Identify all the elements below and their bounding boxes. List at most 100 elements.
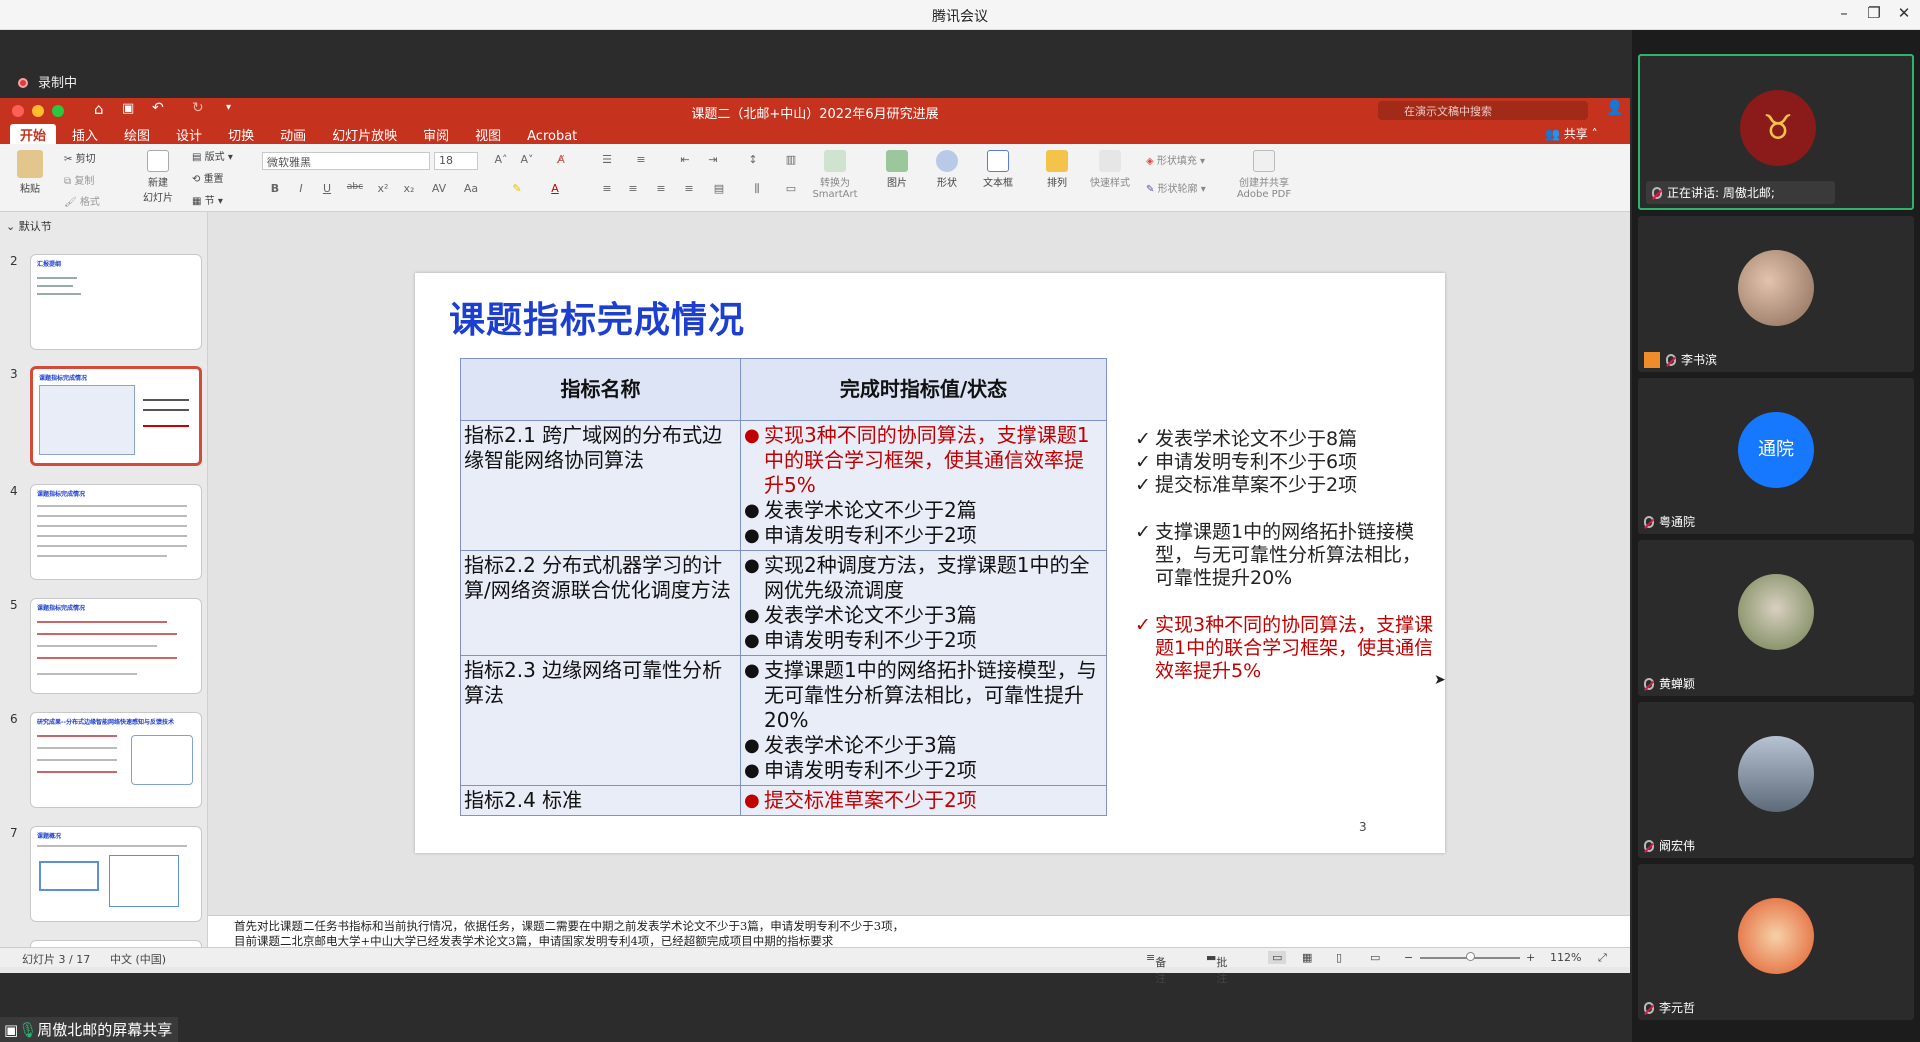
zoom-slider-handle[interactable] [1466, 952, 1475, 961]
tab-view[interactable]: 视图 [465, 124, 511, 145]
tab-design[interactable]: 设计 [166, 124, 212, 145]
account-icon[interactable]: 👤 [1606, 100, 1623, 116]
slide-thumbnail-3[interactable]: 课题指标完成情况 [30, 366, 202, 466]
decrease-indent-icon[interactable]: ⇤ [676, 153, 694, 169]
align-right-icon[interactable]: ≡ [652, 182, 670, 198]
convert-smartart-button[interactable]: 转换为 SmartArt [810, 150, 860, 200]
bullets-icon[interactable]: ☰ [598, 153, 616, 169]
quick-styles-icon [1099, 150, 1121, 172]
record-dot-icon [18, 78, 28, 88]
paste-button[interactable]: 粘贴 [12, 150, 48, 195]
arrange-button[interactable]: 排列 [1040, 150, 1074, 189]
cut-button[interactable]: ✂ 剪切 [64, 150, 96, 165]
font-name-select[interactable]: 微软雅黑 [262, 152, 430, 170]
copy-button[interactable]: ⧉ 复制 [64, 172, 94, 187]
participant-tile[interactable]: ♉ 正在讲话: 周傲北邮; [1638, 54, 1914, 210]
columns-icon[interactable]: ▥ [782, 153, 800, 169]
tab-home[interactable]: 开始 [10, 124, 57, 145]
underline-icon[interactable]: U [318, 182, 336, 198]
format-painter-button[interactable]: 🖌 格式 [64, 193, 100, 208]
participant-tile[interactable]: 阚宏伟 [1638, 702, 1914, 858]
slide-thumbnails-pane: ⌄ 默认节 2 汇报提纲 3 课题指标完成情况 4 课题指标完成情况 5 课题指… [0, 212, 208, 947]
align-text-icon[interactable]: ▭ [782, 182, 800, 198]
bold-icon[interactable]: B [266, 182, 284, 198]
slide-thumbnail-6[interactable]: 研究成果--分布式边缘智能网络快速感知与反馈技术 [30, 712, 202, 808]
slide-thumbnail-5[interactable]: 课题指标完成情况 [30, 598, 202, 694]
slide-sorter-icon[interactable]: ▦ [1302, 951, 1312, 964]
slide-thumbnail-4[interactable]: 课题指标完成情况 [30, 484, 202, 580]
superscript-icon[interactable]: x² [374, 182, 392, 198]
zoom-level[interactable]: 112% [1550, 951, 1581, 964]
line-spacing-icon[interactable]: ↕ [744, 153, 762, 169]
shape-outline-button[interactable]: ✎ 形状轮廓 ▾ [1146, 180, 1206, 195]
tab-animations[interactable]: 动画 [270, 124, 316, 145]
new-slide-button[interactable]: 新建 幻灯片 [138, 150, 178, 204]
italic-icon[interactable]: I [292, 182, 310, 198]
fit-slide-icon[interactable]: ⤢ [1598, 951, 1607, 965]
participant-tile[interactable]: 李书滨 [1638, 216, 1914, 372]
align-left-icon[interactable]: ≡ [598, 182, 616, 198]
highlight-icon[interactable]: ✎ [508, 182, 526, 198]
align-center-icon[interactable]: ≡ [624, 182, 642, 198]
section-button[interactable]: ▦ 节 ▾ [192, 192, 223, 207]
host-badge-icon [1644, 351, 1660, 368]
font-size-select[interactable]: 18 [434, 152, 478, 170]
check-item: ✓ 申请发明专利不少于6项 [1135, 451, 1358, 473]
share-button[interactable]: 👥 共享 ˄ [1545, 125, 1598, 142]
tab-insert[interactable]: 插入 [62, 124, 108, 145]
tab-slideshow[interactable]: 幻灯片放映 [322, 124, 407, 145]
slide-thumbnail-2[interactable]: 汇报提纲 [30, 254, 202, 350]
reading-view-icon[interactable]: ▯ [1336, 951, 1342, 964]
shape-icon [936, 150, 958, 172]
create-pdf-button[interactable]: 创建并共享 Adobe PDF [1234, 150, 1294, 200]
indicator-name: 指标2.3 边缘网络可靠性分析算法 [460, 655, 741, 786]
justify-icon[interactable]: ≡ [680, 182, 698, 198]
numbering-icon[interactable]: ≡ [632, 153, 650, 169]
shape-button[interactable]: 形状 [930, 150, 964, 189]
normal-view-icon[interactable]: ▭ [1268, 951, 1287, 964]
close-button[interactable]: ✕ [1892, 4, 1916, 22]
reset-button[interactable]: ⟲ 重置 [192, 170, 224, 185]
search-input[interactable]: 在演示文稿中搜索 [1378, 101, 1588, 120]
ribbon-toolbar: 粘贴 ✂ 剪切 ⧉ 复制 🖌 格式 新建 幻灯片 ▤ 版式 ▾ ⟲ 重置 ▦ 节… [0, 144, 1630, 212]
slideshow-view-icon[interactable]: ▭ [1370, 951, 1380, 964]
notes-toggle-button[interactable]: ≡ 备注 [1146, 951, 1166, 985]
section-header[interactable]: ⌄ 默认节 [6, 218, 52, 234]
text-direction-icon[interactable]: ⫼ [748, 182, 766, 198]
current-slide[interactable]: 课题指标完成情况 指标名称 完成时指标值/状态 指标2.1 跨广域网的分布式边缘… [415, 273, 1445, 853]
slide-thumbnail-7[interactable]: 课题概况 [30, 826, 202, 922]
shrink-font-icon[interactable]: A˅ [518, 153, 536, 169]
zoom-out-icon[interactable]: − [1404, 951, 1413, 964]
language-indicator[interactable]: 中文 (中国) [110, 951, 166, 967]
speaker-notes[interactable]: 首先对比课题二任务书指标和当前执行情况，依据任务，课题二需要在中期之前发表学术论… [208, 915, 1630, 948]
quick-styles-button[interactable]: 快速样式 [1088, 150, 1132, 189]
tab-review[interactable]: 审阅 [413, 124, 459, 145]
check-item: ✓ 提交标准草案不少于2项 [1135, 474, 1358, 496]
picture-button[interactable]: 图片 [880, 150, 914, 189]
tab-transitions[interactable]: 切换 [218, 124, 264, 145]
comments-toggle-button[interactable]: ▬ 批注 [1206, 951, 1227, 985]
char-spacing-icon[interactable]: AV [430, 182, 448, 198]
shape-fill-button[interactable]: ◈ 形状填充 ▾ [1146, 152, 1205, 167]
recording-indicator[interactable]: 录制中 [18, 72, 77, 91]
participant-tile[interactable]: 通院 粤通院 [1638, 378, 1914, 534]
subscript-icon[interactable]: x₂ [400, 182, 418, 198]
zoom-in-icon[interactable]: + [1526, 951, 1535, 964]
strikethrough-icon[interactable]: abc [346, 182, 364, 198]
change-case-icon[interactable]: Aa [462, 182, 480, 198]
layout-button[interactable]: ▤ 版式 ▾ [192, 148, 233, 163]
participant-tile[interactable]: 黄蝉颖 [1638, 540, 1914, 696]
textbox-button[interactable]: 文本框 [978, 150, 1018, 189]
list-item: ● 发表学术论文不少于2篇 [744, 498, 977, 522]
restore-button[interactable]: ❐ [1862, 4, 1886, 22]
tab-acrobat[interactable]: Acrobat [517, 128, 587, 145]
participant-tile[interactable]: 李元哲 [1638, 864, 1914, 1020]
clear-format-icon[interactable]: A̸ [552, 153, 570, 169]
distribute-icon[interactable]: ▤ [710, 182, 728, 198]
slide-thumbnail-8[interactable] [30, 940, 202, 947]
increase-indent-icon[interactable]: ⇥ [704, 153, 722, 169]
grow-font-icon[interactable]: A˄ [492, 153, 510, 169]
minimize-button[interactable]: – [1832, 4, 1856, 22]
tab-draw[interactable]: 绘图 [114, 124, 160, 145]
font-color-icon[interactable]: A [546, 182, 564, 198]
